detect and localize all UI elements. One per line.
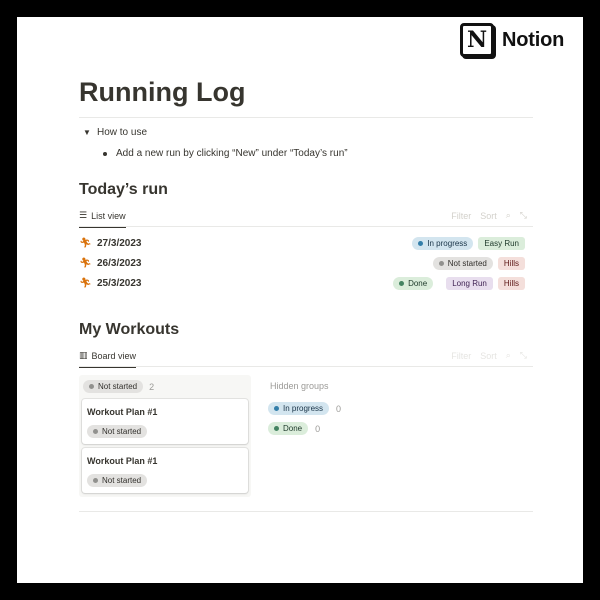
toggle-label: How to use — [97, 127, 148, 138]
status-badge: In progress — [412, 236, 474, 250]
status-label: Not started — [102, 476, 142, 485]
status-dot — [438, 260, 444, 266]
run-row[interactable]: 🏃︎ 27/3/2023 In progress Easy Run — [79, 234, 533, 252]
status-label: Not started — [102, 427, 142, 436]
status-dot — [89, 384, 94, 389]
runner-icon: 🏃︎ — [79, 277, 92, 289]
run-date: 26/3/2023 — [97, 257, 142, 269]
hidden-group-done[interactable]: Done 0 — [268, 422, 320, 435]
status-dot — [274, 426, 279, 431]
run-row[interactable]: 🏃︎ 26/3/2023 Not started Hills — [79, 254, 533, 272]
bullet-dot — [103, 151, 107, 156]
tab-label: Board view — [91, 350, 137, 361]
status-badge: Not started — [87, 425, 148, 438]
status-dot — [274, 406, 279, 411]
status-badge: Done — [268, 422, 309, 435]
status-badge: Not started — [83, 380, 144, 393]
column-header: Not started 2 — [83, 380, 154, 393]
workouts-tools: Filter Sort ⌕ ⤡ — [451, 350, 527, 361]
status-label: In progress — [283, 404, 324, 413]
hidden-group-in-progress[interactable]: In progress 0 — [268, 402, 341, 415]
notion-brand: N Notion — [460, 23, 564, 57]
run-row[interactable]: 🏃︎ 25/3/2023 Done Long Run Hills — [79, 274, 533, 292]
runner-icon: 🏃︎ — [79, 257, 92, 269]
run-date: 25/3/2023 — [97, 277, 142, 289]
status-label: Done — [283, 424, 303, 433]
bottom-divider — [79, 511, 533, 512]
expand-icon[interactable]: ⤡ — [520, 210, 527, 221]
page-frame: N Notion Running Log ▼ How to use Add a … — [17, 17, 583, 583]
board-card[interactable]: Workout Plan #1 Not started — [82, 399, 248, 444]
tag-badge: Hills — [497, 276, 525, 290]
filter-button[interactable]: Filter — [451, 211, 471, 221]
board-column-not-started: Not started 2 Workout Plan #1 Not starte… — [79, 375, 251, 497]
status-dot — [418, 240, 424, 246]
status-dot — [399, 280, 405, 286]
run-date: 27/3/2023 — [97, 237, 142, 249]
tag-badge: Long Run — [446, 276, 493, 290]
filter-button[interactable]: Filter — [451, 351, 471, 361]
hidden-groups-label: Hidden groups — [270, 381, 329, 391]
board-card[interactable]: Workout Plan #1 Not started — [82, 448, 248, 493]
bullet-item: Add a new run by clicking “New” under “T… — [103, 148, 348, 159]
page-title: Running Log — [79, 77, 246, 107]
runner-icon: 🏃︎ — [79, 237, 92, 249]
workouts-divider — [79, 366, 533, 367]
todays-run-divider — [79, 226, 533, 227]
todays-run-tools: Filter Sort ⌕ ⤡ — [451, 210, 527, 221]
status-dot — [93, 478, 98, 483]
how-to-use-toggle[interactable]: ▼ How to use — [83, 127, 147, 138]
expand-icon[interactable]: ⤡ — [520, 350, 527, 361]
bullet-text: Add a new run by clicking “New” under “T… — [116, 148, 348, 159]
status-badge: Not started — [87, 474, 148, 487]
group-count: 0 — [336, 403, 342, 414]
card-title: Workout Plan #1 — [87, 456, 158, 466]
tab-label: List view — [91, 210, 126, 221]
tag-badge: Easy Run — [478, 236, 525, 250]
title-divider — [79, 117, 533, 118]
status-label: Not started — [447, 258, 487, 268]
status-label: Done — [408, 278, 428, 288]
card-title: Workout Plan #1 — [87, 407, 158, 417]
tag-badge: Hills — [497, 256, 525, 270]
brand-name: Notion — [502, 28, 565, 51]
notion-logo-letter: N — [466, 27, 488, 53]
sort-button[interactable]: Sort — [480, 351, 497, 361]
status-badge: Done — [393, 276, 434, 290]
status-label: In progress — [427, 238, 468, 248]
search-icon[interactable]: ⌕ — [506, 210, 511, 221]
todays-run-title: Today’s run — [79, 181, 168, 198]
board-icon: ▥ — [79, 350, 88, 360]
sort-button[interactable]: Sort — [480, 211, 497, 221]
list-icon: ☰ — [79, 210, 88, 220]
my-workouts-title: My Workouts — [79, 321, 180, 338]
triangle-down-icon[interactable]: ▼ — [83, 128, 97, 137]
status-dot — [93, 429, 98, 434]
status-badge: In progress — [268, 402, 330, 415]
group-count: 0 — [315, 423, 321, 434]
column-count: 2 — [149, 381, 155, 392]
search-icon[interactable]: ⌕ — [506, 350, 511, 361]
notion-logo-icon: N — [460, 23, 494, 57]
status-label: Not started — [98, 382, 138, 391]
status-badge: Not started — [432, 256, 493, 270]
